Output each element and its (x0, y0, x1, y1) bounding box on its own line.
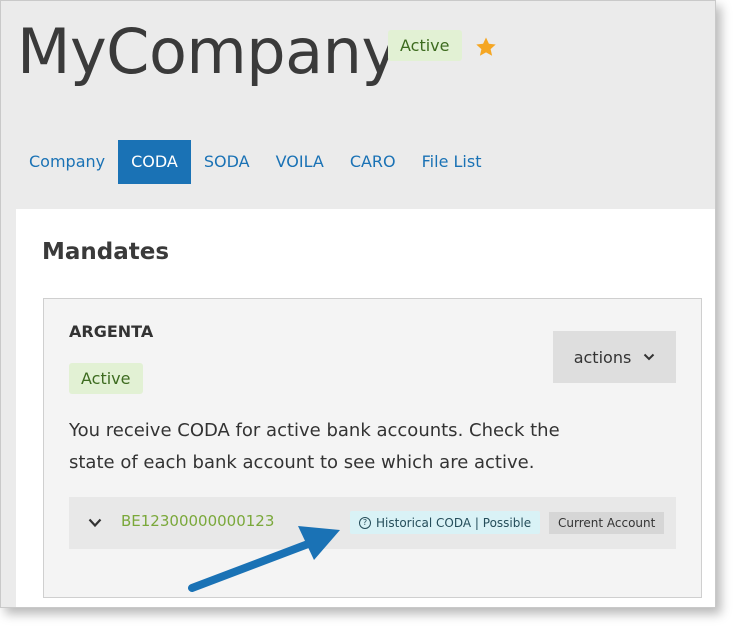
content-panel: Mandates ARGENTA Active actions You rece… (16, 209, 715, 607)
mandate-card: ARGENTA Active actions You receive CODA … (43, 298, 702, 598)
tab-file-list[interactable]: File List (409, 140, 495, 184)
section-title: Mandates (42, 239, 170, 265)
mandate-status-badge: Active (69, 363, 143, 394)
tab-company[interactable]: Company (16, 140, 118, 184)
actions-label: actions (573, 347, 632, 367)
company-status-badge: Active (388, 30, 462, 61)
page-title: MyCompany (17, 15, 398, 88)
star-icon[interactable] (474, 35, 498, 59)
tab-voila[interactable]: VOILA (263, 140, 337, 184)
historical-coda-badge: ? Historical CODA | Possible (350, 511, 541, 534)
actions-button[interactable]: actions (553, 331, 676, 383)
tab-coda[interactable]: CODA (118, 140, 191, 184)
historical-coda-label: Historical CODA | Possible (376, 515, 532, 530)
app-window: MyCompany Active Company CODA SODA VOILA… (0, 0, 716, 608)
annotation-arrow-icon (188, 526, 340, 592)
question-icon: ? (359, 516, 371, 529)
bank-account-row[interactable]: BE12300000000123 ? Historical CODA | Pos… (69, 497, 676, 549)
tab-caro[interactable]: CARO (337, 140, 409, 184)
bank-name: ARGENTA (69, 322, 154, 341)
mandate-description: You receive CODA for active bank account… (69, 420, 560, 473)
chevron-down-icon[interactable] (88, 517, 102, 529)
tab-bar: Company CODA SODA VOILA CARO File List (16, 140, 494, 184)
chevron-down-icon (644, 353, 655, 361)
account-type-badge: Current Account (549, 512, 665, 534)
tab-soda[interactable]: SODA (191, 140, 263, 184)
